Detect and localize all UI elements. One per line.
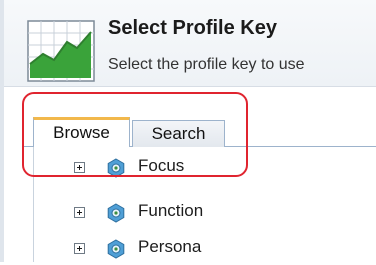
tree-node-label: Focus [138, 156, 185, 175]
gear-node-icon [107, 203, 125, 223]
expand-plus-icon[interactable] [74, 162, 85, 173]
left-border [0, 0, 4, 262]
tree-node-focus[interactable]: Focus [34, 154, 376, 184]
expand-plus-icon[interactable] [74, 207, 85, 218]
tree-node-function[interactable]: Function [34, 199, 376, 229]
profile-key-tree: Focus Function Persona [33, 147, 376, 262]
tree-node-label: Function [138, 201, 204, 220]
tree-node-label: Persona [138, 237, 202, 256]
tab-search[interactable]: Search [132, 120, 225, 147]
tab-browse[interactable]: Browse [33, 117, 130, 147]
expand-plus-icon[interactable] [74, 243, 85, 254]
gear-node-icon [107, 239, 125, 259]
tree-node-persona[interactable]: Persona [34, 235, 376, 265]
dialog-subtitle: Select the profile key to use [108, 56, 305, 73]
gear-node-icon [107, 158, 125, 178]
dialog-title: Select Profile Key [108, 17, 277, 39]
chart-app-icon [27, 20, 95, 82]
